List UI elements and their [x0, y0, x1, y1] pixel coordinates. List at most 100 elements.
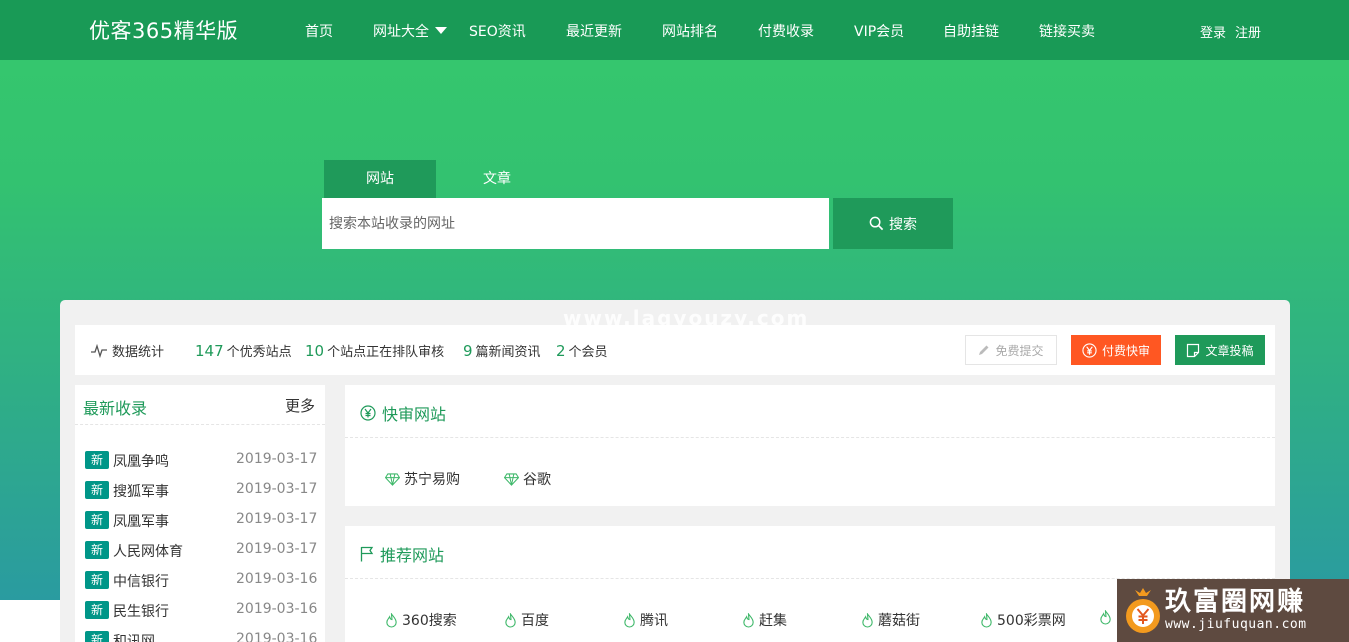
nav-seo-news[interactable]: SEO资讯 — [469, 21, 526, 41]
nav-self-link[interactable]: 自助挂链 — [943, 21, 999, 41]
site-link-label: 360搜索 — [402, 613, 457, 629]
diamond-icon — [385, 472, 400, 486]
site-link[interactable]: 赶集 — [742, 610, 787, 630]
new-badge: 新 — [85, 631, 109, 642]
list-item[interactable]: 新民生银行 2019-03-16 — [85, 599, 320, 620]
article-submit-button[interactable]: 文章投稿 — [1175, 335, 1265, 365]
list-item-date: 2019-03-16 — [236, 601, 318, 617]
yen-circle-icon — [360, 405, 376, 421]
latest-more-link[interactable]: 更多 — [285, 395, 315, 416]
flag-icon — [360, 546, 374, 562]
site-link[interactable]: 谷歌 — [504, 469, 551, 489]
search-icon — [869, 216, 884, 231]
stat-pending-text: 个站点正在排队审核 — [327, 345, 445, 360]
flame-icon — [624, 612, 635, 627]
flame-icon — [1100, 610, 1111, 625]
tab-websites[interactable]: 网站 — [324, 160, 436, 198]
site-link[interactable]: 蘑菇街 — [861, 610, 920, 630]
nav-recent-updates[interactable]: 最近更新 — [566, 21, 622, 41]
site-link-label: 500彩票网 — [997, 613, 1066, 629]
nav-vip[interactable]: VIP会员 — [854, 21, 904, 41]
list-item-name: 人民网体育 — [113, 544, 183, 560]
stat-sites-count: 147 — [195, 342, 224, 360]
list-item[interactable]: 新人民网体育 2019-03-17 — [85, 539, 320, 560]
stat-articles: 9 篇新闻资讯 — [463, 341, 541, 360]
recommended-title: 推荐网站 — [360, 542, 444, 566]
nav-site-ranking[interactable]: 网站排名 — [662, 21, 718, 41]
stats-bar: 数据统计 147 个优秀站点 10 个站点正在排队审核 9 篇新闻资讯 2 个会员 免费… — [75, 325, 1275, 375]
flame-icon — [981, 612, 992, 627]
new-badge: 新 — [85, 541, 109, 559]
search-button-label: 搜索 — [889, 216, 917, 233]
new-badge: 新 — [85, 481, 109, 499]
nav-link-trade[interactable]: 链接买卖 — [1039, 21, 1095, 41]
site-link[interactable]: 百度 — [504, 610, 549, 630]
register-link[interactable]: 注册 — [1235, 22, 1261, 41]
list-item-name: 凤凰争鸣 — [113, 454, 169, 470]
list-item[interactable]: 新凤凰争鸣 2019-03-17 — [85, 449, 320, 470]
list-item[interactable]: 新中信银行 2019-03-16 — [85, 569, 320, 590]
site-link[interactable]: 500彩票网 — [980, 610, 1066, 630]
new-badge: 新 — [85, 451, 109, 469]
paid-review-label: 付费快审 — [1101, 343, 1150, 358]
chevron-down-icon — [435, 27, 447, 34]
flame-icon — [862, 612, 873, 627]
list-item-name: 凤凰军事 — [113, 514, 169, 530]
tab-articles[interactable]: 文章 — [441, 160, 553, 198]
stats-heading: 数据统计 — [91, 341, 164, 360]
fast-review-header: 快审网站 — [345, 385, 1275, 438]
free-submit-button[interactable]: 免费提交 — [965, 335, 1057, 365]
flame-icon — [386, 612, 397, 627]
flame-icon — [505, 612, 516, 627]
list-item-date: 2019-03-16 — [236, 571, 318, 587]
list-item-date: 2019-03-16 — [236, 631, 318, 642]
diamond-icon — [504, 472, 519, 486]
list-item[interactable]: 新搜狐军事 2019-03-17 — [85, 479, 320, 500]
fast-review-panel: 快审网站 苏宁易购 谷歌 — [345, 385, 1275, 506]
stat-articles-text: 篇新闻资讯 — [475, 345, 541, 360]
corner-ad[interactable]: 玖富圈网赚 www.jiufuquan.com — [1117, 579, 1349, 642]
list-item-date: 2019-03-17 — [236, 541, 318, 557]
free-submit-label: 免费提交 — [995, 343, 1044, 358]
list-item-date: 2019-03-17 — [236, 451, 318, 467]
site-logo[interactable]: 优客365精华版 — [89, 15, 238, 45]
site-link-label: 苏宁易购 — [404, 472, 460, 488]
latest-header: 最新收录 更多 — [75, 385, 325, 425]
list-item[interactable]: 新和讯网 2019-03-16 — [85, 629, 320, 642]
stat-pending-count: 10 — [305, 342, 325, 360]
list-item[interactable]: 新凤凰军事 2019-03-17 — [85, 509, 320, 530]
login-link[interactable]: 登录 — [1200, 22, 1226, 41]
list-item-name: 民生银行 — [113, 604, 169, 620]
nav-paid-listing[interactable]: 付费收录 — [758, 21, 814, 41]
search-input[interactable] — [322, 198, 829, 249]
stat-pending: 10 个站点正在排队审核 — [305, 341, 444, 360]
site-link-label: 百度 — [521, 613, 549, 629]
corner-ad-title: 玖富圈网赚 — [1165, 587, 1306, 617]
list-item-name: 中信银行 — [113, 574, 169, 590]
pulse-icon — [91, 343, 107, 358]
site-link[interactable]: 苏宁易购 — [385, 469, 460, 489]
corner-ad-url: www.jiufuquan.com — [1165, 617, 1307, 632]
new-badge: 新 — [85, 511, 109, 529]
nav-home[interactable]: 首页 — [305, 21, 333, 41]
stats-label: 数据统计 — [112, 345, 165, 360]
site-link[interactable]: 360搜索 — [385, 610, 457, 630]
yen-circle-icon — [1082, 342, 1097, 358]
list-item-date: 2019-03-17 — [236, 481, 318, 497]
stat-members: 2 个会员 — [556, 341, 608, 360]
list-item-name: 搜狐军事 — [113, 484, 169, 500]
recommended-title-label: 推荐网站 — [380, 546, 445, 565]
site-link[interactable]: 腾讯 — [623, 610, 668, 630]
nav-directory[interactable]: 网址大全 — [373, 21, 447, 41]
stat-sites-text: 个优秀站点 — [226, 345, 292, 360]
latest-title: 最新收录 — [83, 399, 148, 418]
search-button[interactable]: 搜索 — [833, 198, 953, 249]
list-item-date: 2019-03-17 — [236, 511, 318, 527]
flame-icon — [743, 612, 754, 627]
site-link-label: 赶集 — [759, 613, 787, 629]
latest-listings-panel: 最新收录 更多 新凤凰争鸣 2019-03-17 新搜狐军事 2019-03-17 … — [75, 385, 325, 642]
paid-review-button[interactable]: 付费快审 — [1071, 335, 1161, 365]
fast-review-title: 快审网站 — [360, 401, 446, 425]
stat-members-count: 2 — [556, 342, 566, 360]
pencil-icon — [979, 345, 989, 355]
